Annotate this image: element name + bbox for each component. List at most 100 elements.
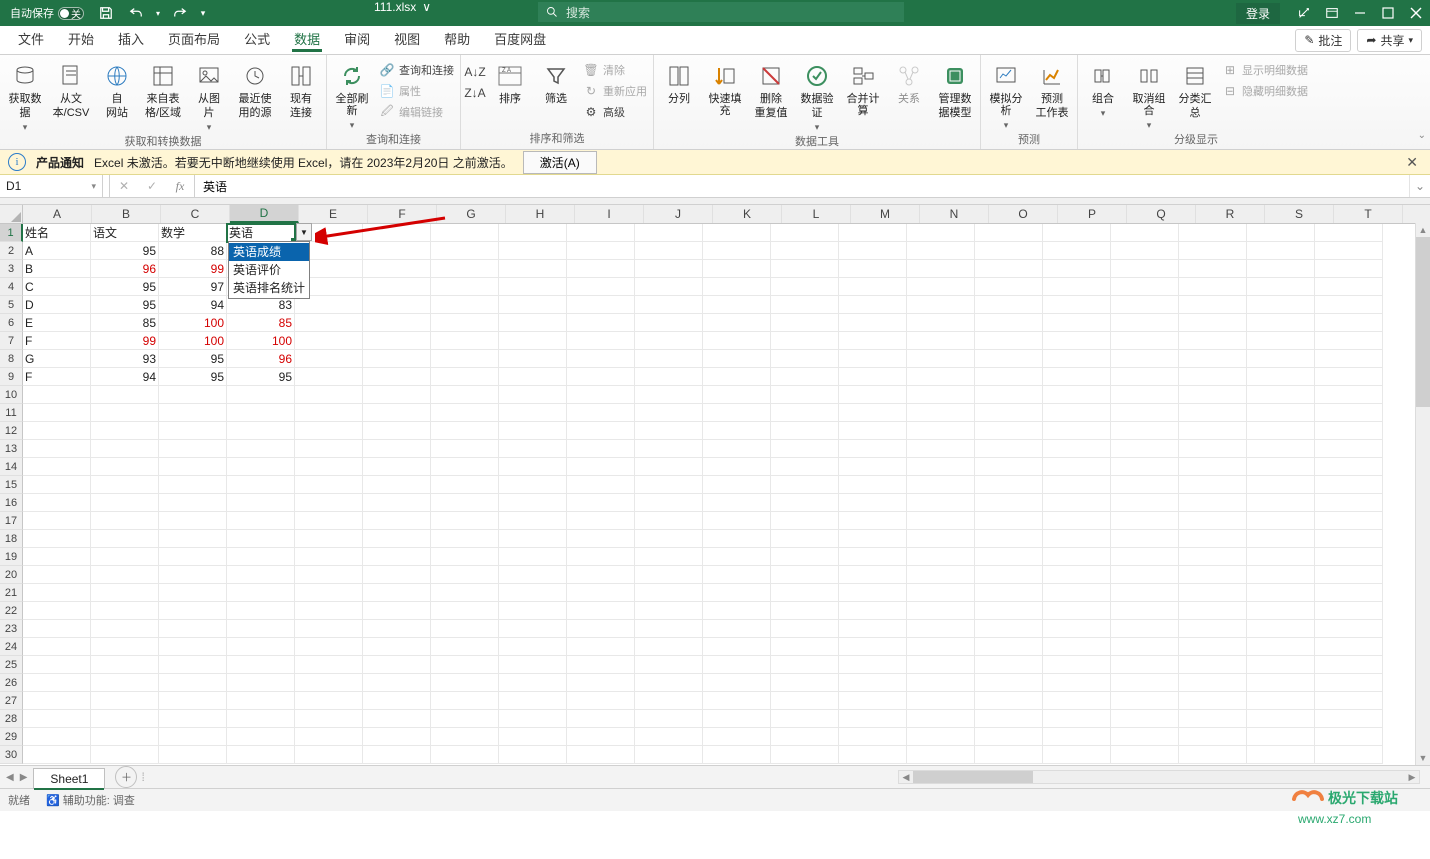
cell-T1[interactable] — [1315, 224, 1383, 242]
cell-R28[interactable] — [1179, 710, 1247, 728]
cell-C26[interactable] — [159, 674, 227, 692]
cell-D17[interactable] — [227, 512, 295, 530]
cell-K14[interactable] — [703, 458, 771, 476]
row-header-26[interactable]: 26 — [0, 674, 23, 692]
cell-G25[interactable] — [431, 656, 499, 674]
row-header-17[interactable]: 17 — [0, 512, 23, 530]
cell-I19[interactable] — [567, 548, 635, 566]
row-header-29[interactable]: 29 — [0, 728, 23, 746]
text-to-columns[interactable]: 分列 — [656, 59, 702, 105]
forecast-sheet[interactable]: 预测工作表 — [1029, 59, 1075, 119]
cell-I29[interactable] — [567, 728, 635, 746]
cell-K24[interactable] — [703, 638, 771, 656]
cell-A13[interactable] — [23, 440, 91, 458]
cell-G4[interactable] — [431, 278, 499, 296]
cell-J6[interactable] — [635, 314, 703, 332]
cell-I22[interactable] — [567, 602, 635, 620]
vertical-scrollbar[interactable]: ▲ ▼ — [1415, 223, 1430, 765]
cell-L5[interactable] — [771, 296, 839, 314]
cell-M13[interactable] — [839, 440, 907, 458]
cell-D20[interactable] — [227, 566, 295, 584]
cell-L13[interactable] — [771, 440, 839, 458]
cell-N12[interactable] — [907, 422, 975, 440]
cell-R24[interactable] — [1179, 638, 1247, 656]
cell-I27[interactable] — [567, 692, 635, 710]
cell-L14[interactable] — [771, 458, 839, 476]
cell-L12[interactable] — [771, 422, 839, 440]
cell-K25[interactable] — [703, 656, 771, 674]
cell-I23[interactable] — [567, 620, 635, 638]
cell-G16[interactable] — [431, 494, 499, 512]
cell-A12[interactable] — [23, 422, 91, 440]
cell-Q25[interactable] — [1111, 656, 1179, 674]
cell-C29[interactable] — [159, 728, 227, 746]
cell-H13[interactable] — [499, 440, 567, 458]
cell-J10[interactable] — [635, 386, 703, 404]
cell-P18[interactable] — [1043, 530, 1111, 548]
cell-R14[interactable] — [1179, 458, 1247, 476]
cell-P2[interactable] — [1043, 242, 1111, 260]
cell-F13[interactable] — [363, 440, 431, 458]
cell-Q2[interactable] — [1111, 242, 1179, 260]
cell-L28[interactable] — [771, 710, 839, 728]
cell-T29[interactable] — [1315, 728, 1383, 746]
dropdown-item-1[interactable]: 英语评价 — [229, 261, 309, 279]
sheet-nav-next-icon[interactable]: ▶ — [20, 772, 28, 783]
cell-G7[interactable] — [431, 332, 499, 350]
cell-J16[interactable] — [635, 494, 703, 512]
cell-O26[interactable] — [975, 674, 1043, 692]
cell-F5[interactable] — [363, 296, 431, 314]
cell-B19[interactable] — [91, 548, 159, 566]
cell-K3[interactable] — [703, 260, 771, 278]
cell-A5[interactable]: D — [23, 296, 91, 314]
ribbon-tab-8[interactable]: 帮助 — [432, 26, 482, 54]
row-header-16[interactable]: 16 — [0, 494, 23, 512]
cell-N14[interactable] — [907, 458, 975, 476]
cell-H7[interactable] — [499, 332, 567, 350]
cell-A23[interactable] — [23, 620, 91, 638]
recent-sources[interactable]: 最近使用的源 — [232, 59, 278, 119]
cell-N23[interactable] — [907, 620, 975, 638]
cell-B5[interactable]: 95 — [91, 296, 159, 314]
cell-P9[interactable] — [1043, 368, 1111, 386]
cell-H23[interactable] — [499, 620, 567, 638]
cell-R23[interactable] — [1179, 620, 1247, 638]
cell-R29[interactable] — [1179, 728, 1247, 746]
col-header-G[interactable]: G — [437, 205, 506, 223]
cell-L17[interactable] — [771, 512, 839, 530]
col-header-K[interactable]: K — [713, 205, 782, 223]
cell-F3[interactable] — [363, 260, 431, 278]
row-header-18[interactable]: 18 — [0, 530, 23, 548]
cell-A2[interactable]: A — [23, 242, 91, 260]
cell-K30[interactable] — [703, 746, 771, 764]
cell-C24[interactable] — [159, 638, 227, 656]
cell-E9[interactable] — [295, 368, 363, 386]
cell-C13[interactable] — [159, 440, 227, 458]
cell-E12[interactable] — [295, 422, 363, 440]
ribbon-tab-7[interactable]: 视图 — [382, 26, 432, 54]
cell-O7[interactable] — [975, 332, 1043, 350]
cell-M5[interactable] — [839, 296, 907, 314]
cell-O20[interactable] — [975, 566, 1043, 584]
cell-I18[interactable] — [567, 530, 635, 548]
cell-T2[interactable] — [1315, 242, 1383, 260]
cell-N3[interactable] — [907, 260, 975, 278]
cell-J7[interactable] — [635, 332, 703, 350]
cell-O27[interactable] — [975, 692, 1043, 710]
cell-A28[interactable] — [23, 710, 91, 728]
cell-N6[interactable] — [907, 314, 975, 332]
cell-E8[interactable] — [295, 350, 363, 368]
cell-R1[interactable] — [1179, 224, 1247, 242]
cell-A16[interactable] — [23, 494, 91, 512]
cell-H18[interactable] — [499, 530, 567, 548]
cell-Q4[interactable] — [1111, 278, 1179, 296]
cell-F22[interactable] — [363, 602, 431, 620]
cell-E27[interactable] — [295, 692, 363, 710]
col-header-A[interactable]: A — [23, 205, 92, 223]
cell-J11[interactable] — [635, 404, 703, 422]
cell-G12[interactable] — [431, 422, 499, 440]
cell-F21[interactable] — [363, 584, 431, 602]
sheet-nav-prev-icon[interactable]: ◀ — [6, 772, 14, 783]
cell-C8[interactable]: 95 — [159, 350, 227, 368]
cell-B26[interactable] — [91, 674, 159, 692]
